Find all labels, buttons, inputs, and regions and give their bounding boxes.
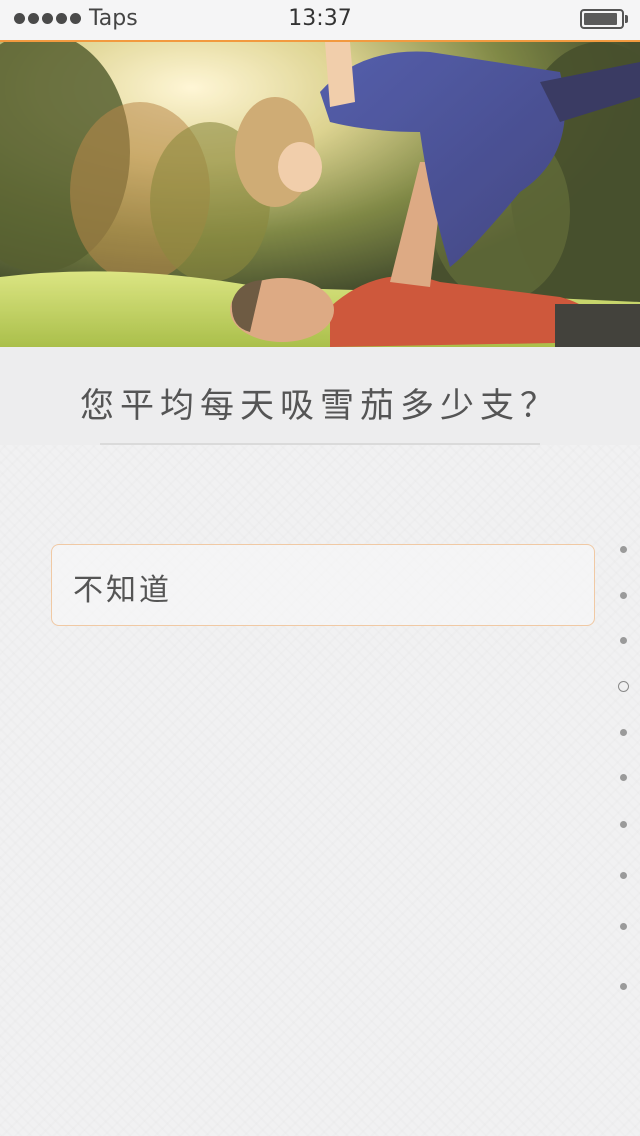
hero-photo xyxy=(0,42,640,347)
page-dot[interactable] xyxy=(620,729,627,736)
page-dot[interactable] xyxy=(620,872,627,879)
page-dot-active[interactable] xyxy=(618,681,629,692)
answer-option-label: 不知道 xyxy=(73,573,172,608)
answer-option-unknown[interactable]: 不知道 xyxy=(51,544,595,626)
question-title: 您平均每天吸雪茄多少支？ xyxy=(80,386,560,426)
status-time: 13:37 xyxy=(288,6,352,31)
question-divider xyxy=(100,443,540,445)
battery-nub xyxy=(625,15,628,23)
page-dot[interactable] xyxy=(620,592,627,599)
battery-icon xyxy=(580,9,624,29)
page-indicator xyxy=(614,540,634,1000)
status-bar: Taps 13:37 xyxy=(0,0,640,42)
page-dot[interactable] xyxy=(620,546,627,553)
page-dot[interactable] xyxy=(620,774,627,781)
page-dot[interactable] xyxy=(620,637,627,644)
page-dot[interactable] xyxy=(620,821,627,828)
page-dot[interactable] xyxy=(620,923,627,930)
page-dot[interactable] xyxy=(620,983,627,990)
